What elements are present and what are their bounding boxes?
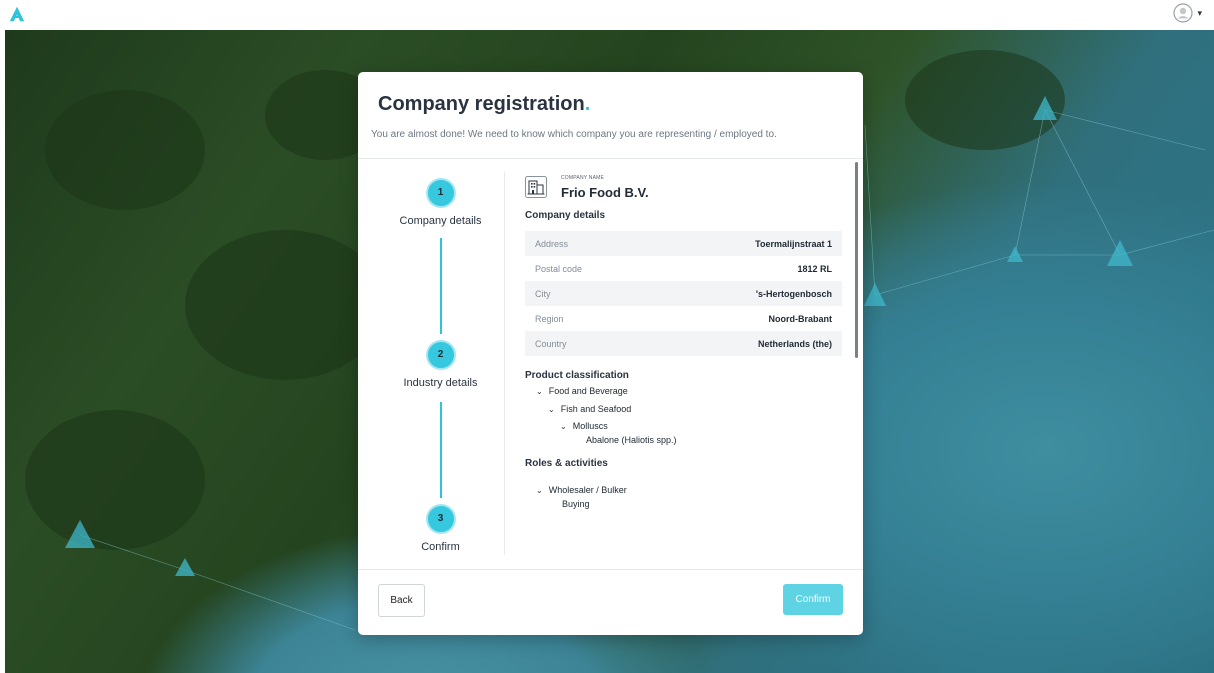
detail-key: Postal code: [535, 263, 583, 274]
confirm-button[interactable]: Confirm: [783, 584, 843, 615]
detail-key: City: [535, 288, 551, 299]
company-details-heading: Company details: [525, 210, 606, 221]
tree-item[interactable]: ⌄ Fish and Seafood: [548, 404, 631, 414]
tree-item-label: Molluscs: [572, 421, 608, 431]
step-label: Industry details: [403, 377, 478, 389]
chevron-down-icon[interactable]: ⌄: [536, 486, 543, 495]
tree-item: Abalone (Haliotis spp.): [586, 435, 677, 445]
step-label: Company details: [399, 215, 482, 227]
table-row: Region Noord-Brabant: [525, 306, 842, 331]
step-industry-details[interactable]: 2 Industry details: [378, 340, 503, 389]
chevron-down-icon[interactable]: ▾: [1197, 8, 1202, 19]
roles-heading: Roles & activities: [525, 458, 608, 469]
step-connector: [440, 402, 442, 498]
chevron-down-icon[interactable]: ⌄: [536, 387, 543, 396]
page-title: Company registration.: [378, 93, 590, 116]
title-text: Company registration: [378, 93, 585, 115]
step-number: 2: [425, 340, 456, 370]
chevron-down-icon[interactable]: ⌄: [560, 422, 567, 431]
company-summary: COMPANY NAME Frio Food B.V. Company deta…: [524, 172, 842, 572]
registration-dialog: Company registration. You are almost don…: [358, 72, 863, 635]
tree-item-label: Buying: [562, 499, 590, 509]
chevron-down-icon[interactable]: ⌄: [548, 405, 555, 414]
tree-item-label: Abalone (Haliotis spp.): [586, 435, 677, 445]
building-icon: [525, 176, 547, 198]
brand-logo-icon[interactable]: [8, 5, 26, 23]
tree-item[interactable]: ⌄ Food and Beverage: [536, 386, 628, 396]
table-row: Address Toermalijnstraat 1: [525, 231, 842, 256]
tree-item[interactable]: ⌄ Wholesaler / Bulker: [536, 485, 627, 495]
table-row: Country Netherlands (the): [525, 331, 842, 356]
tree-item-label: Wholesaler / Bulker: [548, 485, 627, 495]
step-company-details[interactable]: 1 Company details: [378, 178, 503, 227]
step-label: Confirm: [421, 541, 460, 553]
detail-value: 1812 RL: [797, 263, 832, 274]
company-name-label: COMPANY NAME: [561, 175, 605, 181]
detail-value: Toermalijnstraat 1: [755, 238, 832, 249]
detail-value: 's-Hertogenbosch: [755, 288, 832, 299]
user-avatar-icon[interactable]: [1173, 3, 1194, 23]
tree-item-label: Fish and Seafood: [560, 404, 632, 414]
tree-item: Buying: [562, 499, 590, 509]
detail-value: Noord-Brabant: [768, 313, 833, 324]
back-button[interactable]: Back: [378, 584, 425, 617]
detail-value: Netherlands (the): [757, 338, 832, 349]
step-number: 3: [425, 504, 456, 534]
step-confirm[interactable]: 3 Confirm: [378, 504, 503, 553]
product-classification-heading: Product classification: [525, 370, 629, 381]
detail-key: Country: [535, 338, 567, 349]
company-name: Frio Food B.V.: [561, 185, 649, 200]
page-subtitle: You are almost done! We need to know whi…: [371, 129, 777, 140]
dialog-footer: Back Confirm: [358, 569, 863, 635]
step-number: 1: [425, 178, 456, 208]
divider: [504, 172, 505, 555]
title-dot: .: [584, 93, 591, 115]
step-indicator: 1 Company details 2 Industry details 3 C…: [378, 172, 503, 562]
step-connector: [440, 238, 442, 334]
detail-key: Region: [535, 313, 564, 324]
user-menu[interactable]: ▾: [1173, 3, 1202, 23]
table-row: Postal code 1812 RL: [525, 256, 842, 281]
scrollbar[interactable]: [855, 162, 858, 358]
dialog-header: Company registration. You are almost don…: [358, 72, 863, 159]
table-row: City 's-Hertogenbosch: [525, 281, 842, 306]
top-bar: ▾: [0, 0, 1214, 30]
tree-item[interactable]: ⌄ Molluscs: [560, 421, 608, 431]
company-details-table: Address Toermalijnstraat 1 Postal code 1…: [525, 231, 842, 356]
tree-item-label: Food and Beverage: [548, 386, 628, 396]
detail-key: Address: [535, 238, 569, 249]
